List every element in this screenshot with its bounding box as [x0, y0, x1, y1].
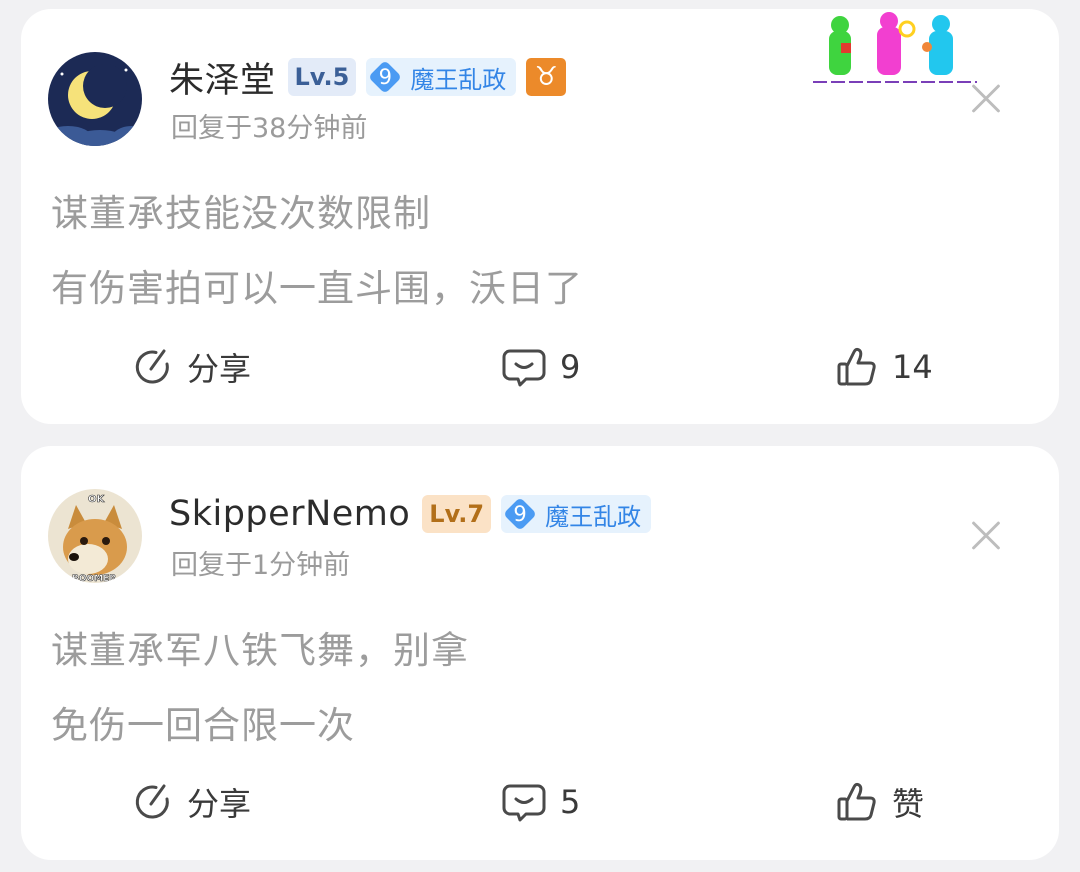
share-icon: [135, 784, 169, 819]
like-count: 14: [892, 348, 933, 386]
reply-time: 回复于1分钟前: [171, 550, 351, 581]
level-badge: Lv.5: [287, 58, 357, 96]
tag-number: 9: [378, 65, 392, 89]
comment-text-line: 免伤一回合限一次: [51, 704, 355, 747]
share-label: 分享: [187, 785, 252, 823]
like-label: 赞: [892, 785, 925, 823]
comment-count: 5: [560, 783, 581, 821]
comment-count: 9: [560, 348, 581, 386]
close-icon[interactable]: [966, 79, 1006, 119]
moon-icon: [48, 52, 142, 146]
comment-bubble-icon: [502, 784, 546, 822]
comment-button[interactable]: 5: [502, 780, 580, 824]
tag-text: 魔王乱政: [410, 65, 507, 94]
comment-card[interactable]: 朱泽堂 Lv.5 9 魔王乱政 ♉ 回复于38分钟前 谋董承技能没次数限制 有伤…: [21, 9, 1059, 424]
comment-text-line: 有伤害拍可以一直斗围，沃日了: [51, 267, 583, 310]
comment-bubble-icon: [502, 349, 546, 387]
like-button[interactable]: 14: [836, 345, 933, 389]
username[interactable]: 朱泽堂: [169, 52, 276, 103]
avatar-text-bottom: BOOMER: [72, 574, 116, 583]
like-button[interactable]: 赞: [836, 780, 924, 824]
share-button[interactable]: 分享: [133, 780, 251, 824]
tag-text: 魔王乱政: [545, 502, 642, 531]
comment-button[interactable]: 9: [502, 345, 580, 389]
share-label: 分享: [187, 350, 252, 388]
decorative-sticker: [813, 12, 977, 83]
fan-tag[interactable]: 9 魔王乱政: [366, 58, 517, 96]
comment-text-line: 谋董承技能没次数限制: [51, 192, 431, 235]
close-icon[interactable]: [966, 516, 1006, 556]
thumbs-up-icon: [837, 347, 876, 386]
doge-avatar-icon: OK BOOMER: [48, 489, 142, 583]
avatar[interactable]: OK BOOMER: [48, 489, 142, 583]
share-button[interactable]: 分享: [133, 345, 251, 389]
thumbs-up-icon: [837, 782, 876, 821]
comment-text-line: 谋董承军八铁飞舞，别拿: [51, 629, 469, 672]
tag-diamond-icon: 9: [501, 495, 539, 533]
level-badge: Lv.7: [422, 495, 492, 533]
tag-diamond-icon: 9: [366, 58, 404, 96]
reply-time: 回复于38分钟前: [171, 113, 368, 144]
user-info-row: SkipperNemo Lv.7 9 魔王乱政: [169, 489, 652, 539]
avatar-text-top: OK: [88, 494, 106, 505]
comment-card[interactable]: OK BOOMER SkipperNemo Lv.7 9 魔王乱政 回复于1分钟…: [21, 446, 1059, 860]
user-info-row: 朱泽堂 Lv.5 9 魔王乱政 ♉: [169, 52, 567, 103]
fan-tag[interactable]: 9 魔王乱政: [501, 495, 652, 533]
tag-number: 9: [513, 502, 527, 526]
username[interactable]: SkipperNemo: [169, 494, 410, 534]
taurus-icon: ♉: [526, 58, 567, 96]
avatar[interactable]: [48, 52, 142, 146]
share-icon: [135, 349, 169, 384]
